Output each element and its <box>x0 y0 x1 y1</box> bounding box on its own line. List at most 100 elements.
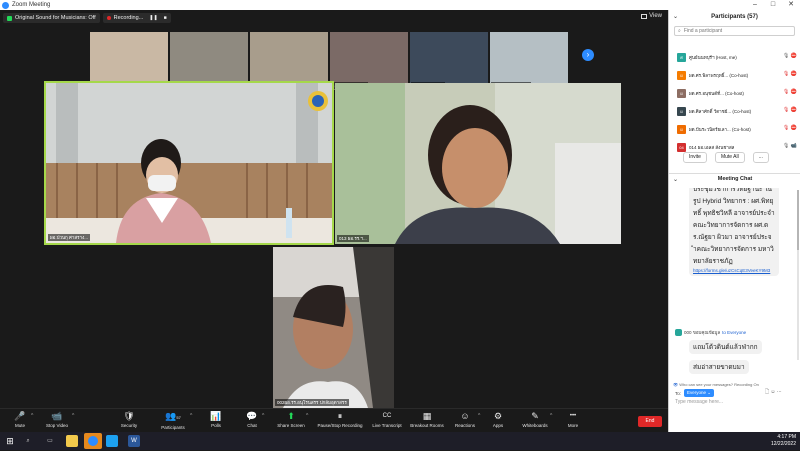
participant-status-icons: 🎙 ⛔ <box>783 125 797 131</box>
participant-name: 014 ผอ.เอลส สังนชาสส <box>689 144 735 150</box>
chat-link[interactable]: https://forms.gle/uzCsCqE3VeeKY9M3 <box>693 268 775 274</box>
more-button[interactable]: ••• More <box>564 411 582 428</box>
end-meeting-button[interactable]: End <box>638 416 662 427</box>
sender-name: 000 ขอบคุณข้อมูล <box>684 330 721 335</box>
recipient-dropdown[interactable]: Everyone ⌄ <box>684 389 715 397</box>
participant-row[interactable]: ผผต.ศร.พิลาพรฤทธิ์... (Co-host) 🎙 ⛔ <box>669 66 800 84</box>
participant-thumbnail[interactable]: 🎤ระหว่ง ผต.เพริศ... <box>490 32 568 90</box>
reactions-icon: ☺ <box>460 411 470 421</box>
windows-start-icon[interactable]: ⊞ <box>4 435 16 447</box>
next-page-arrow-icon[interactable]: › <box>582 49 594 61</box>
apps-button[interactable]: ⚙ Apps <box>488 411 508 428</box>
chat-messages: ประชุมวิชาการวิทยฐานะ ในรูป Hybrid วิทยา… <box>669 188 800 378</box>
breakout-rooms-button[interactable]: ▦ Breakout Rooms <box>408 411 446 428</box>
reactions-button[interactable]: ☺ Reactions <box>452 411 478 428</box>
clock-time: 4:17 PM <box>777 434 796 440</box>
reactions-options-caret-icon[interactable]: ^ <box>478 413 480 419</box>
live-transcript-button[interactable]: CC Live Transcript <box>370 411 404 428</box>
chat-message-text: ประชุมวิชาการวิทยฐานะ ในรูป Hybrid วิทยา… <box>693 188 775 265</box>
more-dots-icon[interactable]: ⋯ <box>777 389 782 395</box>
participants-options-caret-icon[interactable]: ^ <box>190 413 192 419</box>
participant-thumbnail[interactable]: 🎤005 ทรงเพศท... <box>330 32 408 90</box>
eye-icon: 👁 <box>673 382 679 387</box>
maximize-icon[interactable]: □ <box>764 0 782 10</box>
meeting-toolbar: 🎤 Mute ^ 📹 Stop Video ^ 🛡 Security 👥57 Parti… <box>0 408 668 432</box>
participant-thumbnail[interactable]: 🎤015 ....ผอ.ฯ... <box>410 32 488 90</box>
microphone-icon: 🎤 <box>14 411 26 421</box>
collapse-chevron-icon[interactable]: ⌄ <box>673 10 678 24</box>
window-title: Zoom Meeting <box>12 2 51 8</box>
chat-sender: 000 ขอบคุณข้อมูล to Everyone <box>675 329 746 336</box>
view-grid-icon <box>641 13 648 19</box>
chat-message: แถมโต้วดินต์แล้วฟ่ากก <box>689 340 762 354</box>
recording-label: Recording... <box>113 15 144 21</box>
video-options-caret-icon[interactable]: ^ <box>72 413 74 419</box>
security-button[interactable]: 🛡 Security <box>114 411 144 428</box>
tile-name: 002ผอ.รร.อนุโรนสรร ปกลัมอุตาสรร <box>275 399 349 406</box>
os-taskbar: ⊞ ⌕ ▭ W 4:17 PM 12/22/2022 <box>0 432 800 450</box>
stop-video-button[interactable]: 📹 Stop Video <box>42 411 72 428</box>
participants-button[interactable]: 👥57 Participants <box>156 411 190 430</box>
original-sound-toggle[interactable]: Original Sound for Musicians: Off <box>3 13 100 23</box>
participant-name: ผต.ป้นระวนิดร์ยเลา... (Co-host) <box>689 126 751 132</box>
chat-button[interactable]: 💬 Chat <box>242 411 262 428</box>
browser-icon[interactable] <box>106 435 118 447</box>
video-tile-active-speaker[interactable]: ผอ.ป่วนกุ ศาสราง... <box>44 81 334 245</box>
whiteboard-icon: ✎ <box>531 411 539 421</box>
more-dots-icon: ••• <box>569 413 577 419</box>
share-options-caret-icon[interactable]: ^ <box>306 413 308 419</box>
video-tile-participant[interactable]: 013 ผอ.รร.ฯ... <box>335 83 621 244</box>
minimize-icon[interactable]: – <box>746 0 764 10</box>
search-icon[interactable]: ⌕ <box>22 435 34 447</box>
stop-recording-icon[interactable]: ■ <box>164 13 167 23</box>
participant-name: ศูนย์นนทบุรีฯ (Host, me) <box>689 54 737 60</box>
participant-status-icons: 🎙 ⛔ <box>783 71 797 77</box>
closed-caption-icon: CC <box>382 413 392 419</box>
sender-recipient: to Everyone <box>722 330 747 335</box>
more-options-button[interactable]: ... <box>752 152 769 163</box>
mute-button[interactable]: 🎤 Mute <box>8 411 32 428</box>
avatar: ผ <box>677 88 686 98</box>
chat-header: ⌄ Meeting Chat <box>669 176 800 183</box>
collapse-chevron-icon[interactable]: ⌄ <box>673 176 678 183</box>
invite-button[interactable]: Invite <box>683 152 707 163</box>
chat-recipient-bar: To: Everyone ⌄ 🗋 ☺ ⋯ <box>675 389 782 397</box>
mute-options-caret-icon[interactable]: ^ <box>31 413 33 419</box>
zoom-app-icon[interactable] <box>84 433 102 449</box>
participant-row[interactable]: ผผต.ป้นระวนิดร์ยเลา... (Co-host) 🎙 ⛔ <box>669 120 800 138</box>
participant-status-icons: 🎙 ⛔ <box>783 89 797 95</box>
task-view-icon[interactable]: ▭ <box>44 435 56 447</box>
avatar: ผ <box>677 124 686 134</box>
whiteboards-button[interactable]: ✎ Whiteboards <box>518 411 552 428</box>
share-screen-button[interactable]: ⬆ Share Screen <box>274 411 308 428</box>
polls-icon: 📊 <box>210 411 222 421</box>
system-clock[interactable]: 4:17 PM 12/22/2022 <box>771 434 796 448</box>
view-button[interactable]: View <box>641 13 662 19</box>
video-tile-participant[interactable]: 002ผอ.รร.อนุโรนสรร ปกลัมอุตาสรร <box>273 247 394 408</box>
participant-row[interactable]: ผผต.ศร.อนุชนต์ที่... (Co-host) 🎙 ⛔ <box>669 84 800 102</box>
participant-search-input[interactable]: ⌕ Find a participant <box>674 26 795 36</box>
chat-options-caret-icon[interactable]: ^ <box>262 413 264 419</box>
mute-all-button[interactable]: Mute All <box>714 152 745 163</box>
pause-recording-icon[interactable]: ❚❚ <box>149 13 157 23</box>
emoji-icon[interactable]: ☺ <box>770 389 775 395</box>
whiteboard-options-caret-icon[interactable]: ^ <box>550 413 552 419</box>
participants-icon: 👥57 <box>165 411 181 421</box>
close-icon[interactable]: ✕ <box>782 0 800 10</box>
participant-name: ผต.ศร.อนุชนต์ที่... (Co-host) <box>689 90 744 96</box>
chat-scrollbar[interactable] <box>797 190 799 360</box>
participant-row[interactable]: ศศูนย์นนทบุรีฯ (Host, me) 🎙 ⛔ <box>669 48 800 66</box>
chat-input[interactable]: Type message here... <box>675 399 723 405</box>
word-icon[interactable]: W <box>128 435 140 447</box>
file-explorer-icon[interactable] <box>66 435 78 447</box>
participant-name: ผต.ศิลาศักดิ์ วีดาชย์... (Co-host) <box>689 108 752 114</box>
participant-row[interactable]: ผผต.ศิลาศักดิ์ วีดาชย์... (Co-host) 🎙 ⛔ <box>669 102 800 120</box>
chat-title: Meeting Chat <box>717 176 753 182</box>
avatar: ผ <box>677 70 686 80</box>
pause-stop-recording-button[interactable]: ⏸ Pause/Stop Recording <box>316 411 364 428</box>
zoom-logo-icon <box>2 1 9 9</box>
polls-button[interactable]: 📊 Polls <box>206 411 226 428</box>
participant-status-icons: 🎙 ⛔ <box>783 53 797 59</box>
avatar: 04 <box>677 142 686 152</box>
file-icon[interactable]: 🗋 <box>765 389 769 395</box>
